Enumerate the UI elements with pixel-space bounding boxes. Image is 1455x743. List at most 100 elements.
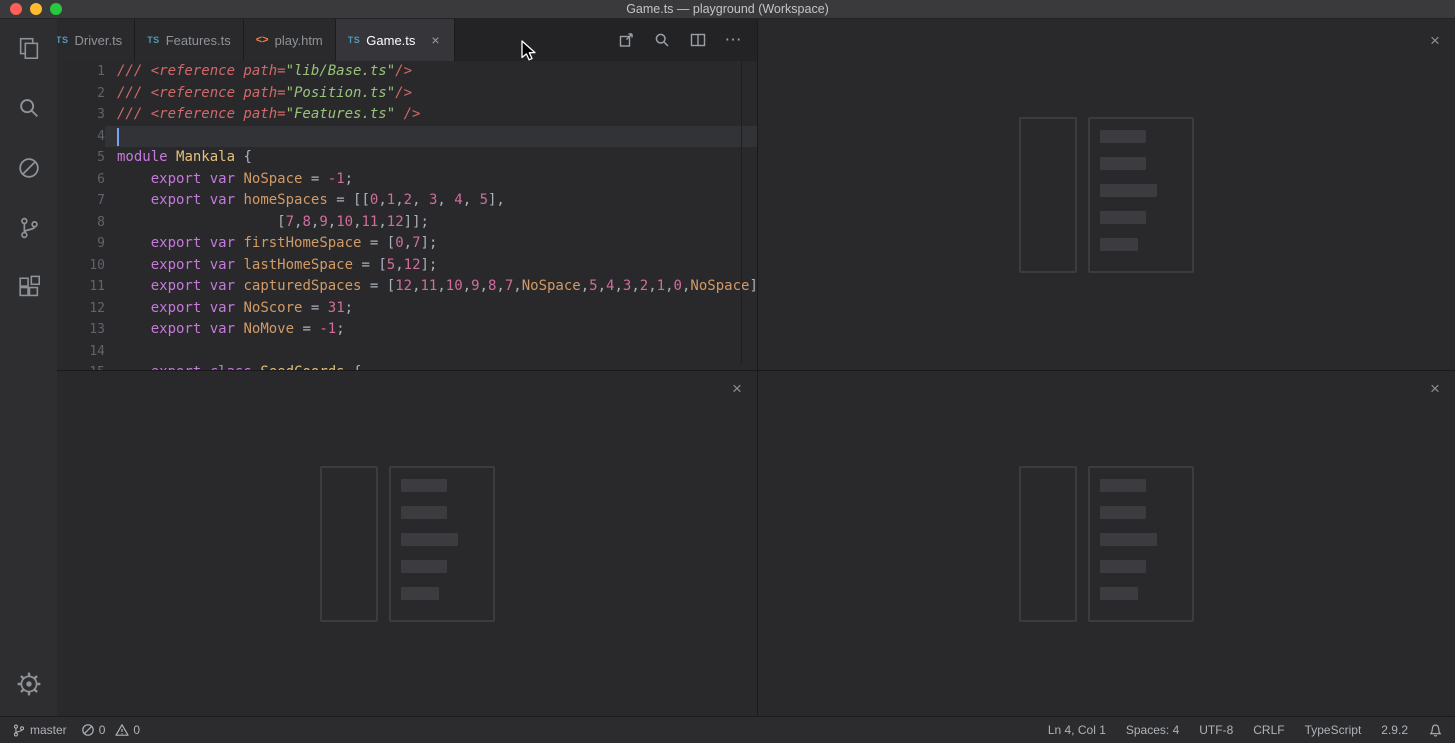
indentation[interactable]: Spaces: 4 [1126, 723, 1179, 737]
problems-indicator[interactable]: 0 0 [81, 723, 140, 737]
open-preview-button[interactable] [647, 27, 676, 53]
line-number: 6 [57, 169, 105, 191]
tab-play-htm[interactable]: <> play.htm [244, 19, 336, 61]
status-left: master 0 0 [12, 723, 140, 738]
code-line[interactable]: 12 export var NoScore = 31; [57, 298, 757, 320]
line-content[interactable]: export var lastHomeSpace = [5,12]; [105, 255, 757, 277]
activity-bar-item-explorer[interactable] [5, 24, 53, 72]
line-content[interactable]: /// <reference path="Features.ts" /> [105, 104, 757, 126]
encoding[interactable]: UTF-8 [1199, 723, 1233, 737]
code-line[interactable]: 8 [7,8,9,10,11,12]]; [57, 212, 757, 234]
line-content[interactable]: export var homeSpaces = [[0,1,2, 3, 4, 5… [105, 190, 757, 212]
code-line[interactable]: 9 export var firstHomeSpace = [0,7]; [57, 233, 757, 255]
activity-bar-item-extensions[interactable] [5, 264, 53, 312]
notifications-bell-icon [1428, 723, 1443, 738]
overview-ruler [741, 61, 742, 364]
code-line[interactable]: 7 export var homeSpaces = [[0,1,2, 3, 4,… [57, 190, 757, 212]
more-actions-icon: ⋯ [725, 30, 743, 50]
activity-bar-item-source-control[interactable] [5, 204, 53, 252]
line-number: 4 [57, 126, 105, 148]
editor-group-top-left: TSDriver.ts TS Features.ts <> play.htm TSGame… [57, 19, 757, 370]
code-line[interactable]: 14 [57, 341, 757, 363]
line-number: 11 [57, 276, 105, 298]
watermark-text-page-icon [389, 466, 495, 622]
zoom-window-button[interactable] [50, 3, 62, 15]
line-number: 9 [57, 233, 105, 255]
line-content[interactable]: /// <reference path="Position.ts"/> [105, 83, 757, 105]
line-content[interactable] [105, 126, 757, 148]
html-file-icon: <> [256, 34, 269, 46]
tab-game-ts[interactable]: TSGame.ts× [336, 19, 456, 61]
manage-button[interactable] [5, 660, 53, 708]
minimize-window-button[interactable] [30, 3, 42, 15]
git-branch-indicator[interactable]: master [12, 723, 67, 738]
close-group-button[interactable]: × [727, 379, 747, 399]
ts-version[interactable]: 2.9.2 [1381, 723, 1408, 737]
code-line[interactable]: 11 export var capturedSpaces = [12,11,10… [57, 276, 757, 298]
line-content[interactable]: export var NoMove = -1; [105, 319, 757, 341]
errors-icon [81, 723, 95, 737]
window-controls [10, 3, 62, 15]
search-icon [16, 95, 42, 121]
settings-gear-icon [16, 671, 42, 697]
code-line[interactable]: 1/// <reference path="lib/Base.ts"/> [57, 61, 757, 83]
open-changes-button[interactable] [611, 27, 640, 53]
ts-file-icon: TS [147, 35, 160, 45]
close-group-button[interactable]: × [1425, 379, 1445, 399]
error-count: 0 [99, 723, 106, 737]
source-control-icon [16, 215, 42, 241]
code-editor[interactable]: 1/// <reference path="lib/Base.ts"/>2///… [57, 61, 757, 370]
language-mode[interactable]: TypeScript [1305, 723, 1362, 737]
line-content[interactable]: module Mankala { [105, 147, 757, 169]
warnings-icon [115, 723, 129, 737]
line-content[interactable]: [7,8,9,10,11,12]]; [105, 212, 757, 234]
activity-bar-item-search[interactable] [5, 84, 53, 132]
close-group-button[interactable]: × [1425, 31, 1445, 51]
line-content[interactable]: export var capturedSpaces = [12,11,10,9,… [105, 276, 757, 298]
tab-close-icon[interactable]: × [428, 32, 442, 48]
tab-features-ts[interactable]: TS Features.ts [135, 19, 244, 61]
close-icon: × [732, 379, 742, 398]
tab-label: play.htm [275, 33, 323, 48]
line-content[interactable] [105, 341, 757, 363]
editor-group-bottom-right: × [758, 371, 1455, 716]
explorer-icon [16, 35, 42, 61]
more-actions-button[interactable]: ⋯ [719, 27, 748, 53]
activity-bar-item-debug[interactable] [5, 144, 53, 192]
close-icon: × [1430, 31, 1440, 50]
tab-label: Features.ts [166, 33, 231, 48]
code-line[interactable]: 6 export var NoSpace = -1; [57, 169, 757, 191]
activity-bar [0, 19, 57, 716]
code-line[interactable]: 4 [57, 126, 757, 148]
toggle-editor-layout-icon [690, 32, 706, 48]
close-window-button[interactable] [10, 3, 22, 15]
tab-driver-ts[interactable]: TSDriver.ts [57, 19, 135, 61]
status-right-list: Ln 4, Col 1 Spaces: 4 UTF-8 CRLF TypeScript 2… [1048, 723, 1408, 737]
notifications-bell[interactable] [1428, 723, 1443, 738]
line-content[interactable]: export var NoSpace = -1; [105, 169, 757, 191]
code-line[interactable]: 13 export var NoMove = -1; [57, 319, 757, 341]
code-line[interactable]: 3/// <reference path="Features.ts" /> [57, 104, 757, 126]
watermark-page-icon [320, 466, 378, 622]
extensions-icon [16, 275, 42, 301]
code-line[interactable]: 2/// <reference path="Position.ts"/> [57, 83, 757, 105]
mouse-cursor [521, 40, 539, 64]
code-line[interactable]: 15 export class SeedCoords { [57, 362, 757, 370]
editor-group-bottom-left: × [57, 371, 757, 716]
status-right: Ln 4, Col 1 Spaces: 4 UTF-8 CRLF TypeScript 2… [1048, 723, 1443, 738]
line-content[interactable]: export var NoScore = 31; [105, 298, 757, 320]
line-number: 12 [57, 298, 105, 320]
line-content[interactable]: export var firstHomeSpace = [0,7]; [105, 233, 757, 255]
eol[interactable]: CRLF [1253, 723, 1284, 737]
cursor-position[interactable]: Ln 4, Col 1 [1048, 723, 1106, 737]
warning-count: 0 [133, 723, 140, 737]
line-content[interactable]: /// <reference path="lib/Base.ts"/> [105, 61, 757, 83]
editor-actions: ⋯ [611, 19, 757, 61]
toggle-editor-layout-button[interactable] [683, 27, 712, 53]
code-line[interactable]: 10 export var lastHomeSpace = [5,12]; [57, 255, 757, 277]
code-line[interactable]: 5module Mankala { [57, 147, 757, 169]
line-content[interactable]: export class SeedCoords { [105, 362, 757, 370]
debug-icon [16, 155, 42, 181]
git-branch-icon [12, 723, 26, 738]
close-icon: × [1430, 379, 1440, 398]
